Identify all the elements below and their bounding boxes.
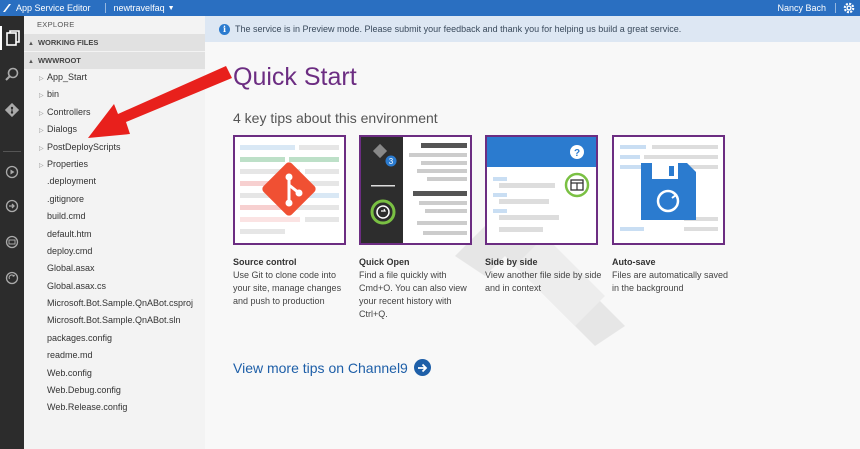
files-icon xyxy=(6,30,20,46)
gear-icon[interactable] xyxy=(842,1,856,15)
working-files-label: WORKING FILES xyxy=(37,38,99,47)
tree-folder[interactable]: ▷ Dialogs xyxy=(24,121,205,138)
tile-desc: Use Git to clone code into your site, ma… xyxy=(233,270,342,306)
explorer-panel: EXPLORE ▲ WORKING FILES ▲ WWWROOT ▷ App_Sta… xyxy=(24,16,205,449)
tile-title: Auto-save xyxy=(612,257,656,267)
activity-divider xyxy=(3,151,21,152)
tree-file[interactable]: Microsoft.Bot.Sample.QnABot.csproj xyxy=(24,295,205,312)
chevron-right-icon: ▷ xyxy=(39,145,44,152)
chevron-right-icon: ▷ xyxy=(39,128,44,135)
tree-file[interactable]: build.cmd xyxy=(24,208,205,225)
title-separator-right xyxy=(835,3,836,13)
chevron-down-icon[interactable]: ▼ xyxy=(168,5,175,12)
tree-file[interactable]: Global.asax xyxy=(24,260,205,277)
console-button[interactable] xyxy=(0,230,24,254)
caption-source-control: Source control Use Git to clone code int… xyxy=(233,256,353,308)
folder-label: bin xyxy=(47,89,60,100)
tree-folder[interactable]: ▷ Controllers xyxy=(24,104,205,121)
badge-count: 3 xyxy=(389,157,394,166)
folder-label: Properties xyxy=(47,158,89,169)
side-by-side-illustration: ? xyxy=(487,137,596,243)
git-icon xyxy=(5,103,19,117)
folder-label: PostDeployScripts xyxy=(47,141,121,152)
folder-label: Dialogs xyxy=(47,124,78,135)
app-title: App Service Editor xyxy=(16,3,91,13)
chevron-right-icon: ▷ xyxy=(39,93,44,100)
tree-file[interactable]: deploy.cmd xyxy=(24,243,205,260)
deploy-button[interactable] xyxy=(0,194,24,218)
wwwroot-label: WWWROOT xyxy=(37,56,81,65)
tree-file[interactable]: Global.asax.cs xyxy=(24,278,205,295)
tile-title: Quick Open xyxy=(359,257,410,267)
tree-folder[interactable]: ▷ bin xyxy=(24,86,205,103)
file-tree: ▷ App_Start ▷ bin ▷ Controllers ▷ Dialogs ▷ PostD… xyxy=(24,69,205,417)
tile-quick-open[interactable]: 3 xyxy=(359,135,472,245)
tree-file[interactable]: .deployment xyxy=(24,173,205,190)
folder-label: App_Start xyxy=(47,72,88,82)
arrow-right-icon xyxy=(413,359,431,376)
working-files-section[interactable]: ▲ WORKING FILES xyxy=(24,34,205,51)
tile-source-control[interactable] xyxy=(233,135,346,245)
explorer-header: EXPLORE xyxy=(37,20,75,29)
explorer-button[interactable] xyxy=(0,26,24,50)
deploy-icon xyxy=(5,199,19,213)
search-button[interactable] xyxy=(0,62,24,86)
tree-file[interactable]: Web.Release.config xyxy=(24,399,205,416)
tree-folder[interactable]: ▷ PostDeployScripts xyxy=(24,139,205,156)
caption-auto-save: Auto-save Files are automatically saved … xyxy=(612,256,732,295)
banner-text: The service is in Preview mode. Please s… xyxy=(235,24,682,34)
title-separator xyxy=(104,3,106,13)
caption-quick-open: Quick Open Find a file quickly with Cmd+… xyxy=(359,256,479,321)
folder-label: Controllers xyxy=(47,106,91,117)
git-button[interactable] xyxy=(0,98,24,122)
tree-file[interactable]: Microsoft.Bot.Sample.QnABot.sln xyxy=(24,312,205,329)
run-button[interactable] xyxy=(0,160,24,184)
tile-side-by-side[interactable]: ? xyxy=(485,135,598,245)
tree-file[interactable]: Web.Debug.config xyxy=(24,382,205,399)
quick-start-subtitle: 4 key tips about this environment xyxy=(233,110,438,126)
chevron-right-icon: ▷ xyxy=(39,162,44,169)
quick-open-icon xyxy=(370,199,396,225)
wwwroot-section[interactable]: ▲ WWWROOT xyxy=(24,52,205,69)
tree-file[interactable]: Web.config xyxy=(24,365,205,382)
help-glyph: ? xyxy=(574,148,580,159)
tree-folder[interactable]: ▷ Properties xyxy=(24,156,205,173)
tile-title: Source control xyxy=(233,257,297,267)
tile-desc: Find a file quickly with Cmd+O. You can … xyxy=(359,270,467,319)
floppy-disk-icon xyxy=(641,163,696,220)
quick-open-illustration: 3 xyxy=(361,137,470,243)
preview-banner: i The service is in Preview mode. Please… xyxy=(205,16,860,42)
view-more-tips-label: View more tips on Channel9 xyxy=(233,359,408,376)
activity-bar xyxy=(0,16,24,449)
tree-file[interactable]: default.htm xyxy=(24,226,205,243)
triangle-down-icon: ▲ xyxy=(28,41,34,47)
view-more-tips-link[interactable]: View more tips on Channel9 xyxy=(233,359,431,376)
tree-file[interactable]: readme.md xyxy=(24,347,205,364)
caption-side-by-side: Side by side View another file side by s… xyxy=(485,256,605,295)
tile-desc: Files are automatically saved in the bac… xyxy=(612,270,729,293)
triangle-down-icon: ▲ xyxy=(28,59,34,65)
title-bar: App Service Editor newtravelfaq ▼ Nancy … xyxy=(0,0,860,16)
chevron-right-icon: ▷ xyxy=(39,110,44,117)
tree-folder[interactable]: ▷ App_Start xyxy=(24,69,205,86)
tree-file[interactable]: .gitignore xyxy=(24,191,205,208)
info-icon: i xyxy=(219,23,230,35)
site-name[interactable]: newtravelfaq xyxy=(114,3,165,13)
source-control-illustration xyxy=(240,145,339,234)
user-name[interactable]: Nancy Bach xyxy=(777,3,826,13)
quick-start-title: Quick Start xyxy=(233,63,357,91)
main-editor: i The service is in Preview mode. Please… xyxy=(205,16,860,449)
sync-icon xyxy=(5,271,19,285)
tile-title: Side by side xyxy=(485,257,538,267)
app-logo-icon xyxy=(3,4,11,12)
auto-save-illustration xyxy=(620,145,718,231)
console-icon xyxy=(5,235,19,249)
sync-button[interactable] xyxy=(0,266,24,290)
tile-desc: View another file side by side and in co… xyxy=(485,270,602,293)
tile-auto-save[interactable] xyxy=(612,135,725,245)
chevron-right-icon: ▷ xyxy=(39,76,44,82)
search-icon xyxy=(5,67,19,81)
run-icon xyxy=(5,165,19,179)
tree-file[interactable]: packages.config xyxy=(24,330,205,347)
